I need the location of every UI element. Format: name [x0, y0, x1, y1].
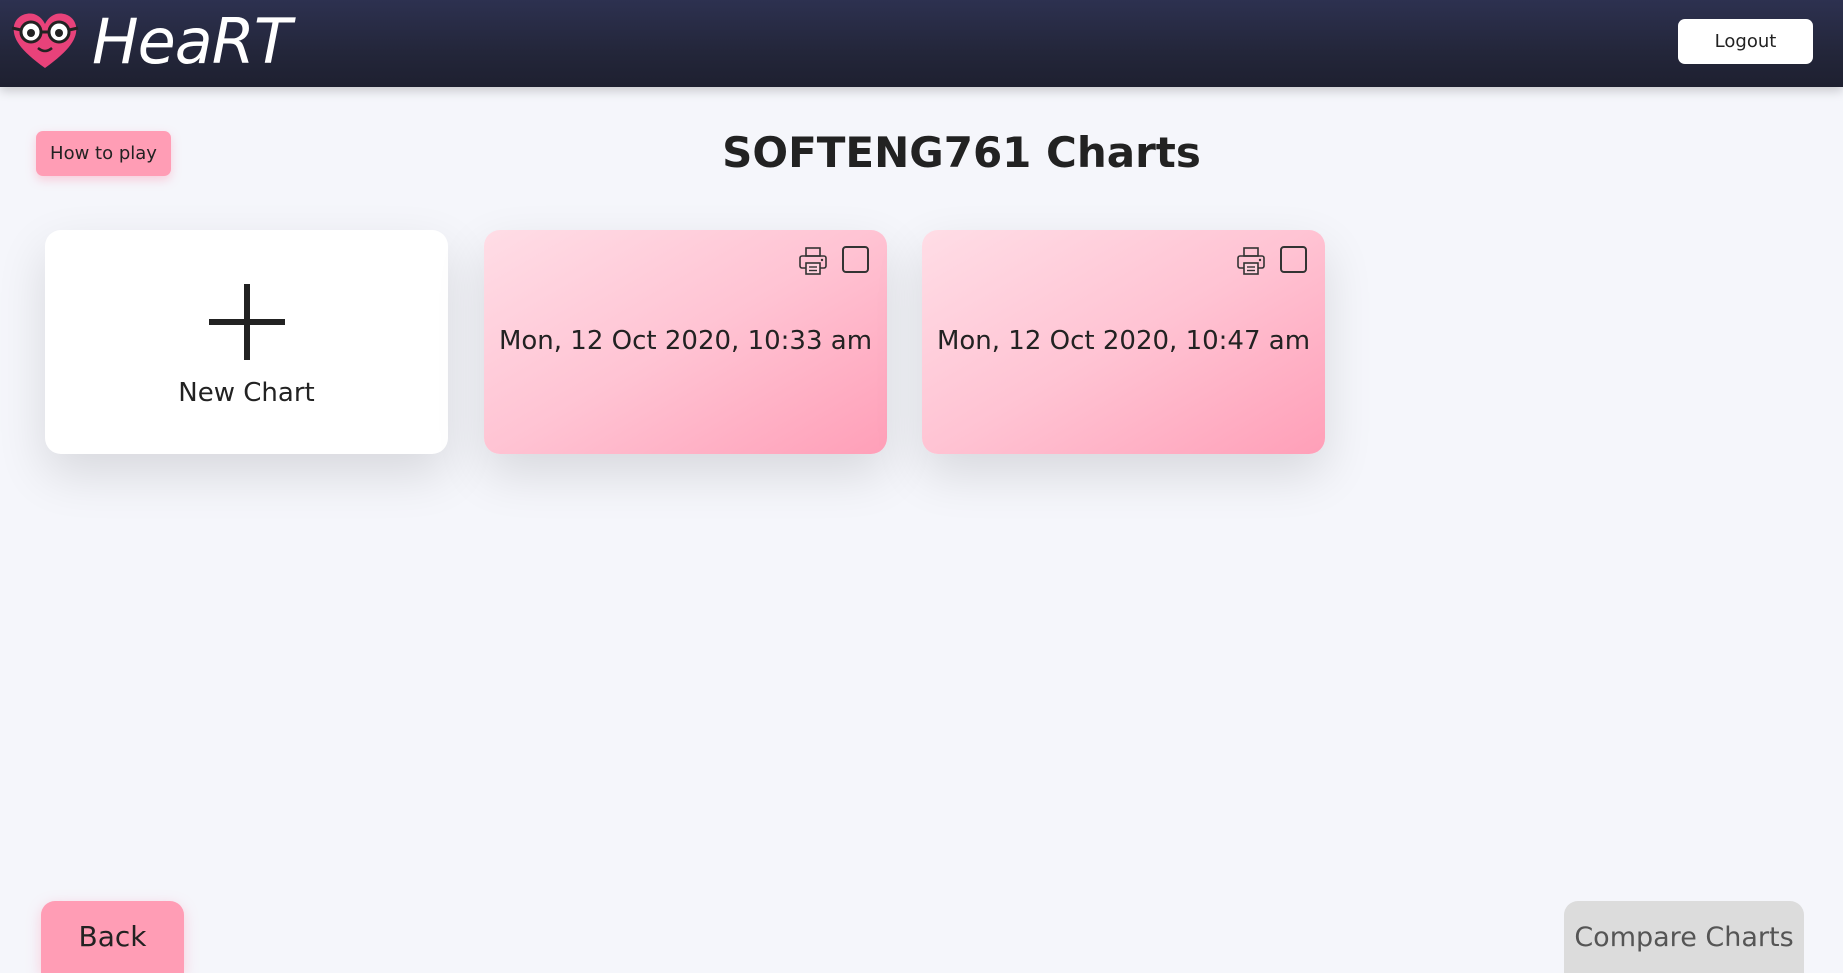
page-title: SOFTENG761 Charts — [722, 128, 1201, 177]
logout-button[interactable]: Logout — [1678, 19, 1813, 64]
top-navbar: HeaRT Logout — [0, 0, 1843, 87]
new-chart-label: New Chart — [178, 378, 315, 408]
select-chart-checkbox[interactable] — [1280, 246, 1307, 273]
back-button[interactable]: Back — [41, 901, 184, 973]
chart-card[interactable]: Mon, 12 Oct 2020, 10:47 am — [922, 230, 1325, 454]
printer-icon[interactable] — [798, 246, 828, 276]
chart-date-label: Mon, 12 Oct 2020, 10:47 am — [936, 326, 1311, 356]
select-chart-checkbox[interactable] — [842, 246, 869, 273]
plus-icon — [209, 284, 285, 360]
compare-charts-button[interactable]: Compare Charts — [1564, 901, 1804, 973]
printer-icon[interactable] — [1236, 246, 1266, 276]
chart-date-label: Mon, 12 Oct 2020, 10:33 am — [498, 326, 873, 356]
app-logo-text: HeaRT — [92, 5, 292, 78]
heart-logo-icon — [11, 13, 79, 68]
new-chart-card[interactable]: New Chart — [45, 230, 448, 454]
chart-card[interactable]: Mon, 12 Oct 2020, 10:33 am — [484, 230, 887, 454]
